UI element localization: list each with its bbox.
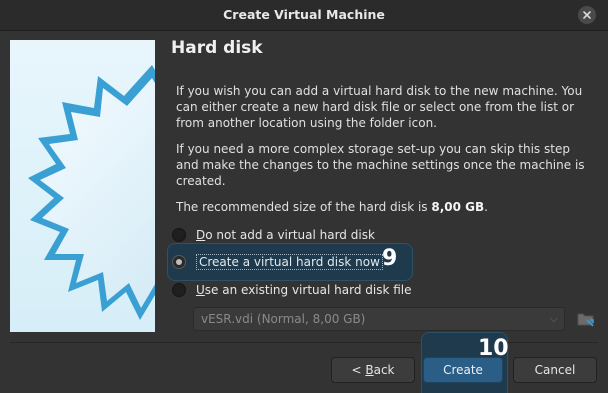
wizard-banner-image: [10, 40, 155, 332]
option-create-disk-label: Create a virtual hard disk now: [199, 255, 380, 269]
option-no-disk-text: o not add a virtual hard disk: [205, 228, 375, 242]
mnemonic-u: U: [196, 283, 205, 297]
option-existing-disk-label: Use an existing virtual hard disk file: [196, 283, 412, 297]
button-divider: [10, 342, 598, 343]
back-prefix: <: [351, 363, 366, 377]
existing-disk-select[interactable]: vESR.vdi (Normal, 8,00 GB) ⌵: [193, 307, 565, 331]
option-no-disk-label: Do not add a virtual hard disk: [196, 228, 375, 242]
folder-icon: [577, 313, 594, 327]
intro-paragraph: If you wish you can add a virtual hard d…: [176, 84, 583, 130]
recommended-size-text: The recommended size of the hard disk is…: [176, 199, 594, 215]
option-no-disk[interactable]: Do not add a virtual hard disk: [172, 225, 375, 245]
create-button[interactable]: Create: [423, 357, 503, 383]
radio-create-disk[interactable]: [172, 255, 186, 269]
existing-disk-select-value: vESR.vdi (Normal, 8,00 GB): [201, 312, 366, 326]
storage-paragraph: If you need a more complex storage set-u…: [176, 142, 585, 188]
close-button[interactable]: [578, 6, 596, 24]
page-heading: Hard disk: [171, 38, 263, 58]
cancel-button[interactable]: Cancel: [513, 357, 597, 383]
back-text: ack: [373, 363, 395, 377]
choose-disk-file-button[interactable]: [574, 307, 598, 331]
close-icon: [583, 11, 591, 19]
back-button[interactable]: < Back: [331, 357, 415, 383]
focus-outline: Create a virtual hard disk now: [196, 254, 383, 270]
starburst-illustration: [10, 40, 155, 332]
recommended-suffix: .: [484, 200, 488, 214]
title-bar: Create Virtual Machine: [0, 0, 608, 31]
mnemonic-d: D: [196, 228, 206, 242]
chevron-down-icon: ⌵: [549, 312, 558, 325]
recommended-prefix: The recommended size of the hard disk is: [176, 200, 432, 214]
mnemonic-b: B: [365, 363, 374, 377]
option-existing-disk[interactable]: Use an existing virtual hard disk file: [172, 280, 412, 300]
option-existing-disk-text: se an existing virtual hard disk file: [204, 283, 412, 297]
window-title: Create Virtual Machine: [223, 7, 385, 22]
recommended-size-value: 8,00 GB: [431, 200, 485, 214]
step-number-badge: 9: [382, 246, 398, 271]
radio-existing-disk[interactable]: [172, 283, 186, 297]
option-create-disk[interactable]: Create a virtual hard disk now: [172, 252, 383, 272]
radio-no-disk[interactable]: [172, 228, 186, 242]
